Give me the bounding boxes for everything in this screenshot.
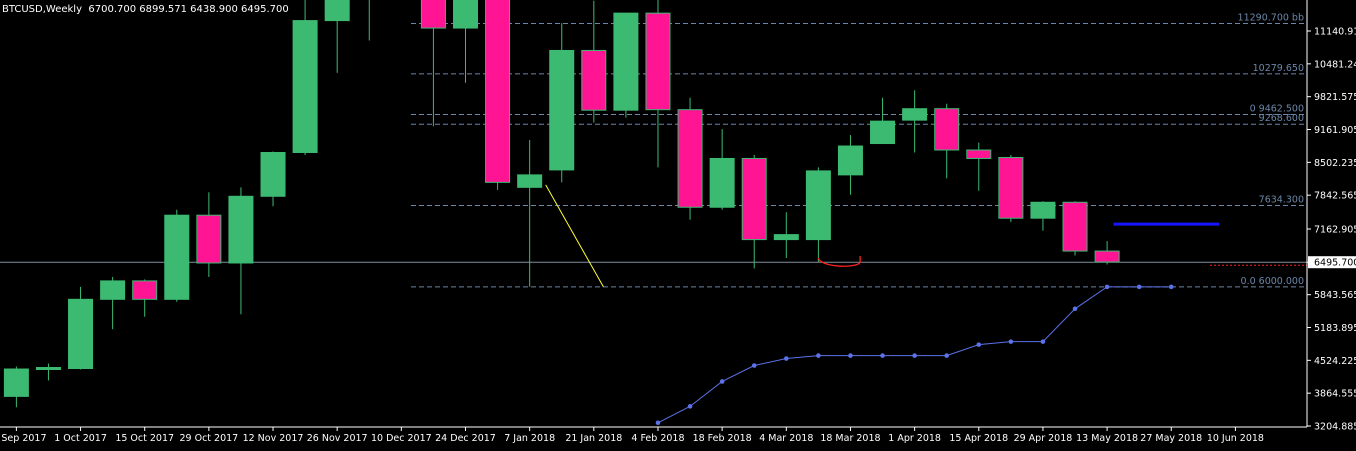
ma-point <box>912 353 917 358</box>
candle-bull <box>517 174 543 188</box>
x-tick-label: 18 Feb 2018 <box>693 433 752 444</box>
candle-bull <box>164 214 190 300</box>
y-tick-label: 7162.905 <box>1314 224 1356 235</box>
candle-bull <box>1030 201 1056 219</box>
y-tick-label: 8502.235 <box>1314 158 1356 169</box>
candle-bull <box>3 368 29 397</box>
y-tick-label: 4524.225 <box>1314 356 1356 367</box>
candle-bull <box>35 367 61 371</box>
ma-point <box>1072 306 1078 312</box>
candle-bull <box>613 12 639 111</box>
candle-bull <box>260 151 286 197</box>
x-tick-label: 4 Mar 2018 <box>759 433 813 444</box>
x-tick-label: 13 May 2018 <box>1076 433 1138 444</box>
candle-bear <box>741 157 767 241</box>
level-label: 9268.600 <box>1259 113 1304 124</box>
level-label: 11290.700 bb <box>1238 13 1304 24</box>
x-tick-label: 27 May 2018 <box>1140 433 1202 444</box>
y-tick-label: 10481.245 <box>1314 59 1356 70</box>
x-tick-label: 15 Apr 2018 <box>949 433 1008 444</box>
y-tick-label: 9161.905 <box>1314 125 1356 136</box>
x-tick-label: 29 Apr 2018 <box>1014 433 1073 444</box>
ma-point <box>944 353 949 358</box>
candle-bull <box>805 170 831 241</box>
y-tick-label: 9821.575 <box>1314 92 1356 103</box>
y-tick-label: 11140.915 <box>1314 27 1356 38</box>
bracket-mark <box>817 256 861 267</box>
ohlc-readout: 6700.700 6899.571 6438.900 6495.700 <box>88 4 289 15</box>
ma-point <box>976 342 982 347</box>
ma-point <box>1136 284 1142 290</box>
candlestick-chart[interactable]: 11290.700 bb10279.6500 9462.5009268.6007… <box>0 0 1356 451</box>
candle-bear <box>966 149 992 159</box>
y-tick-label: 5183.895 <box>1314 323 1356 334</box>
candle-bear <box>1094 250 1120 263</box>
candle-bear <box>1062 201 1088 252</box>
candle-bear <box>677 109 703 208</box>
candle-bull <box>324 0 350 22</box>
ma-point <box>784 356 789 361</box>
ma-point <box>719 379 725 384</box>
ma-point <box>751 363 757 368</box>
candle-bull <box>773 234 799 241</box>
candle-bear <box>420 0 446 29</box>
ma-point <box>1040 339 1046 344</box>
candle-bear <box>485 0 511 183</box>
trend-line <box>545 184 604 288</box>
x-tick-label: 17 Sep 2017 <box>0 433 46 444</box>
candle-bull <box>68 298 94 370</box>
x-tick-label: 21 Jan 2018 <box>565 433 622 444</box>
candle-bull <box>228 195 254 264</box>
candle-bull <box>709 157 735 208</box>
y-tick-label: 3864.555 <box>1314 389 1356 400</box>
candle-bull <box>453 0 478 29</box>
candle-bull <box>292 20 318 153</box>
candle-bear <box>132 280 158 300</box>
candle-bear <box>934 108 960 151</box>
candle-bull <box>100 280 126 300</box>
candle-bear <box>581 49 607 111</box>
ma-point <box>687 404 693 409</box>
x-tick-label: 10 Dec 2017 <box>371 433 432 444</box>
level-label: 0.0 6000.000 <box>1241 276 1304 287</box>
ma-point <box>848 353 853 358</box>
x-tick-label: 1 Apr 2018 <box>888 433 941 444</box>
y-tick-label: 5843.565 <box>1314 290 1356 301</box>
x-tick-label: 15 Oct 2017 <box>115 433 174 444</box>
x-tick-label: 24 Dec 2017 <box>435 433 496 444</box>
y-tick-label: 3204.885 <box>1314 422 1356 433</box>
x-tick-label: 1 Oct 2017 <box>54 433 107 444</box>
ma-point <box>880 353 885 358</box>
candle-bear <box>645 12 671 111</box>
ma-point <box>655 420 661 426</box>
candle-bear <box>998 156 1024 219</box>
level-label: 7634.300 <box>1259 195 1304 206</box>
candles-group <box>3 0 1120 408</box>
x-tick-label: 4 Feb 2018 <box>631 433 684 444</box>
x-tick-label: 12 Nov 2017 <box>243 433 304 444</box>
level-label: 10279.650 <box>1253 63 1304 74</box>
x-tick-label: 26 Nov 2017 <box>307 433 368 444</box>
candle-bull <box>870 120 896 145</box>
ma-point <box>1168 284 1174 290</box>
x-tick-label: 7 Jan 2018 <box>504 433 555 444</box>
x-tick-label: 29 Oct 2017 <box>179 433 238 444</box>
candle-bull <box>902 108 928 121</box>
y-tick-label: 7842.565 <box>1314 191 1356 202</box>
ma-point <box>1104 284 1110 290</box>
ma-point <box>1008 339 1014 344</box>
candle-bull <box>549 49 575 171</box>
x-tick-label: 10 Jun 2018 <box>1207 433 1264 444</box>
candle-bear <box>196 214 222 264</box>
ma-point <box>816 353 821 358</box>
x-tick-label: 18 Mar 2018 <box>820 433 880 444</box>
symbol-label: BTCUSD,Weekly <box>2 4 83 15</box>
last-price-label: 6495.700 <box>1314 258 1356 269</box>
candle-bull <box>837 145 863 176</box>
